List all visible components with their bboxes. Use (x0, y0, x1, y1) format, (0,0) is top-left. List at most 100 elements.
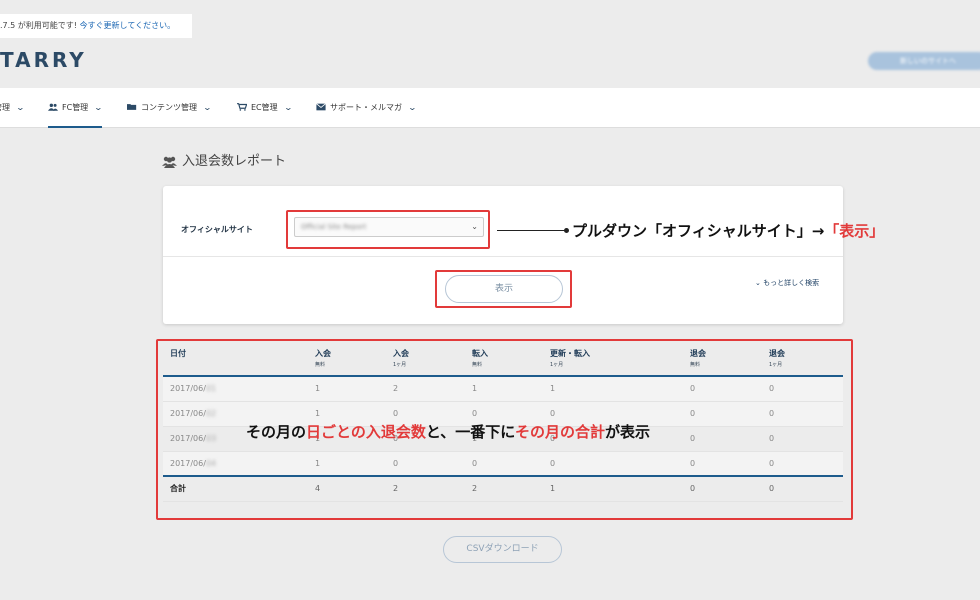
table-cell: 0 (683, 475, 762, 502)
header-site-button[interactable]: 新しいのサイトへ (868, 52, 980, 70)
col-header-join-month: 入会 1ヶ月 (386, 343, 465, 376)
table-cell: 0 (543, 451, 683, 477)
chevron-down-icon: ⌄ (15, 103, 26, 112)
show-button[interactable]: 表示 (445, 275, 563, 303)
col-header-sub: 無料 (690, 362, 701, 368)
col-header-sub: 1ヶ月 (550, 362, 564, 368)
chevron-down-icon: ⌄ (283, 103, 293, 112)
users-icon (48, 103, 58, 111)
table-cell-date: 2017/06/04 (163, 451, 308, 477)
table-cell: 0 (683, 376, 762, 402)
table-cell: 0 (762, 401, 843, 427)
nav-item-label: 管理 (0, 103, 10, 112)
col-header-label: 更新・転入 (550, 349, 590, 358)
table-row: 2017/06/04 1 0 0 0 0 0 (163, 451, 843, 477)
table-header-row: 日付 入会無料 入会 1ヶ月 転入無料 更新・転入 1ヶ月 退会 無料 退会 1ヶ月 (163, 343, 843, 376)
table-cell: 1 (308, 451, 386, 477)
update-notice: .7.5 が利用可能です! 今すぐ更新してください。 (0, 14, 192, 38)
annotation-middle: その月の日ごとの入退会数と、一番下にその月の合計が表示 (246, 421, 650, 442)
nav-item-label: EC管理 (251, 103, 278, 112)
chevron-down-icon: ⌄ (93, 103, 104, 112)
main-nav: 管理 ⌄ FC管理 ⌄ コンテンツ管理 ⌄ EC管理 ⌄ サポート・メルマガ ⌄ (0, 88, 980, 128)
date-day: 03 (205, 434, 217, 443)
annotation-mid-r2: その月の合計 (514, 423, 605, 441)
date-text: 2017/06/ (170, 384, 206, 394)
table-row: 2017/06/01 1 2 1 1 0 0 (163, 376, 843, 402)
table-cell: 0 (386, 451, 465, 477)
col-header-sub: 無料 (315, 362, 326, 368)
table-cell-total-label: 合計 (163, 475, 308, 502)
table-cell: 1 (543, 376, 683, 402)
table-cell: 1 (543, 475, 683, 502)
chevron-down-icon: ⌄ (471, 222, 478, 231)
table-cell: 0 (683, 401, 762, 427)
update-notice-text: .7.5 が利用可能です! (0, 21, 80, 30)
nav-item-label: FC管理 (62, 103, 89, 112)
annotation-mid-p2: と、一番下に (425, 423, 515, 441)
table-cell: 1 (465, 376, 543, 402)
site-select-label: オフィシャルサイト (181, 225, 253, 234)
table-cell: 2 (465, 475, 543, 502)
annotation-mid-p1: その月の (246, 423, 307, 441)
date-text: 2017/06/ (170, 409, 206, 418)
table-cell: 0 (762, 451, 843, 477)
cart-icon (237, 102, 247, 111)
update-now-link[interactable]: 今すぐ更新してください。 (80, 21, 176, 30)
nav-item-label: サポート・メルマガ (330, 103, 402, 112)
mail-icon (316, 102, 326, 110)
col-header-label: 転入 (472, 349, 488, 358)
table-cell: 0 (762, 426, 843, 452)
search-panel: オフィシャルサイト Official Site Report ⌄ 表示 ⌄ もっ… (163, 186, 843, 324)
annotation-top-red: 「表示」 (824, 222, 885, 240)
col-header-leave-free: 退会 無料 (683, 343, 762, 376)
nav-item-contents[interactable]: コンテンツ管理 ⌄ (127, 88, 213, 128)
date-day: 04 (205, 458, 217, 468)
table-cell: 0 (465, 451, 543, 477)
nav-item-support[interactable]: サポート・メルマガ ⌄ (316, 88, 418, 128)
table-cell: 1 (308, 376, 386, 402)
annotation-mid-p3: が表示 (605, 423, 651, 441)
table-cell: 4 (308, 475, 386, 502)
col-header-label: 入会 (315, 349, 331, 358)
csv-download-button[interactable]: CSVダウンロード (443, 536, 562, 563)
advanced-search-label: もっと詳しく検索 (763, 279, 820, 287)
annotation-mid-r1: 日ごとの入退会数 (306, 423, 426, 441)
chevron-down-icon: ⌄ (407, 103, 418, 112)
table-cell: 2 (386, 376, 465, 402)
table-cell: 0 (762, 376, 843, 402)
col-header-label: 日付 (170, 349, 186, 358)
col-header-sub: 1ヶ月 (393, 362, 407, 368)
site-select[interactable]: Official Site Report ⌄ (294, 217, 484, 237)
col-header-transfer: 転入 無料 (465, 343, 543, 376)
table-cell: 0 (683, 451, 762, 477)
col-header-leave-month: 退会 1ヶ月 (762, 343, 843, 376)
nav-item-admin[interactable]: 管理 ⌄ (0, 88, 26, 128)
col-header-sub: 無料 (472, 362, 483, 368)
col-header-date: 日付 (163, 343, 308, 376)
annotation-top-black: プルダウン「オフィシャルサイト」→ (572, 222, 825, 240)
page-title-text: 入退会数レポート (182, 154, 287, 169)
nav-item-label: コンテンツ管理 (141, 103, 197, 112)
site-logo: TARRY (0, 48, 87, 72)
col-header-sub: 1ヶ月 (769, 362, 783, 368)
annotation-top: プルダウン「オフィシャルサイト」→「表示」 (572, 220, 884, 241)
divider (163, 256, 843, 257)
table-cell-date: 2017/06/01 (163, 376, 308, 402)
col-header-join-free: 入会 無料 (308, 343, 386, 376)
users-icon (162, 156, 177, 168)
table-cell: 0 (683, 426, 762, 452)
col-header-label: 入会 (393, 349, 409, 358)
nav-item-fc[interactable]: FC管理 ⌄ (48, 88, 104, 128)
date-text: 2017/06/ (170, 434, 206, 443)
date-day: 01 (205, 384, 217, 394)
table-total-row: 合計 4 2 2 1 0 0 (163, 475, 843, 502)
chevron-down-icon: ⌄ (202, 103, 213, 112)
nav-item-ec[interactable]: EC管理 ⌄ (237, 88, 293, 128)
site-select-value: Official Site Report (301, 223, 367, 231)
annotation-dot (564, 228, 569, 233)
page-title: 入退会数レポート (162, 150, 286, 169)
advanced-search-link[interactable]: ⌄ もっと詳しく検索 (755, 278, 819, 288)
date-text: 2017/06/ (170, 458, 206, 468)
col-header-renew: 更新・転入 1ヶ月 (543, 343, 683, 376)
table-cell: 2 (386, 475, 465, 502)
